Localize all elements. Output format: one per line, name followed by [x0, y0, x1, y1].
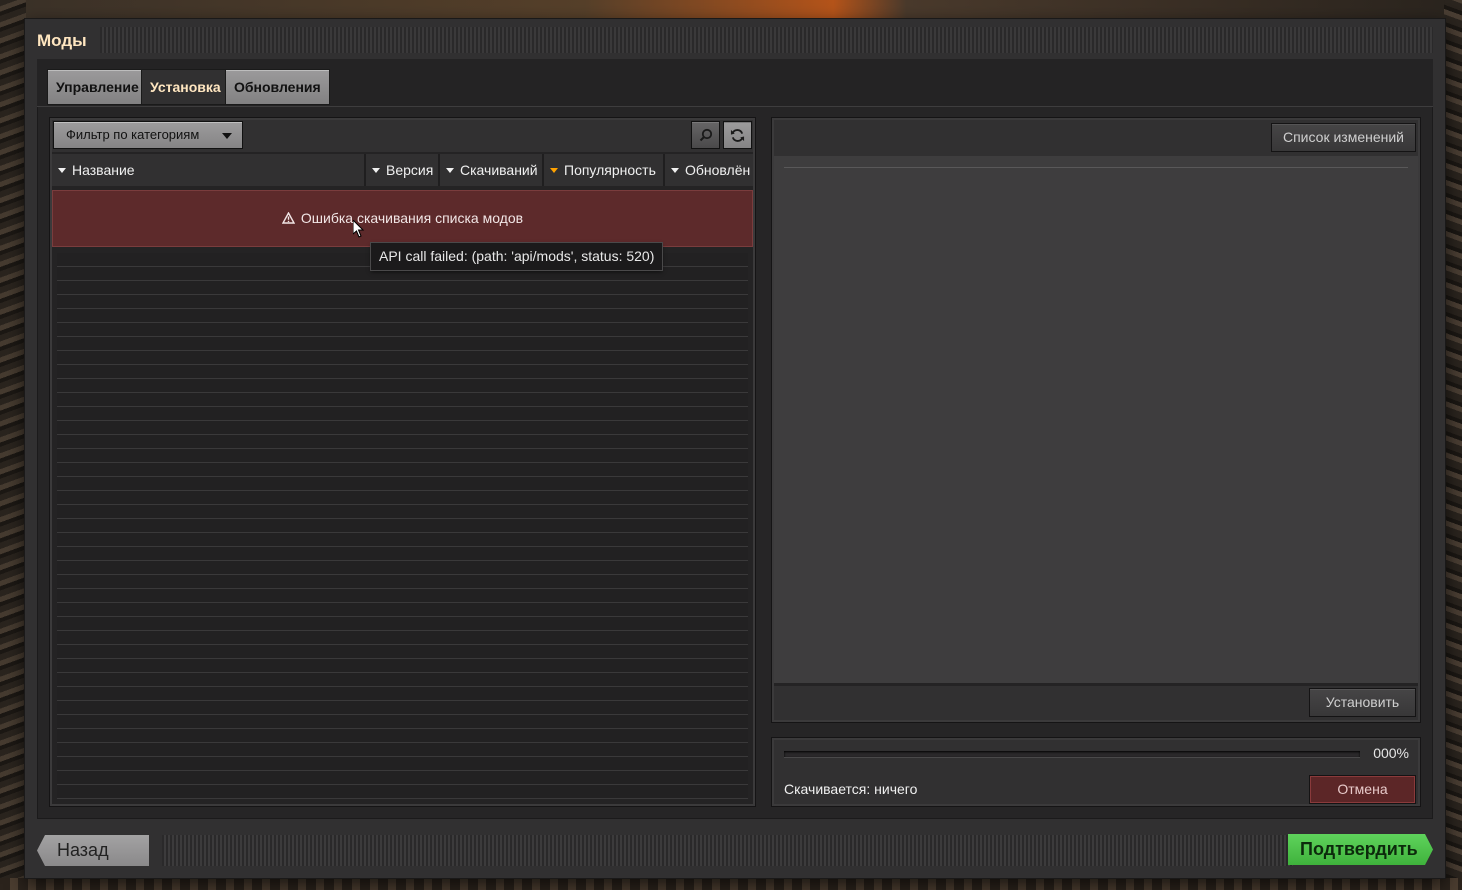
changelog-area: [774, 156, 1418, 683]
mod-list-panel: Фильтр по категориям Название Версия Ска…: [49, 117, 756, 807]
column-version[interactable]: Версия: [366, 154, 440, 186]
column-label: Популярность: [564, 162, 656, 178]
download-progress-bar: [784, 751, 1360, 757]
tab-install[interactable]: Установка: [142, 70, 229, 104]
column-name[interactable]: Название: [52, 154, 366, 186]
mouse-cursor-icon: [353, 220, 365, 238]
refresh-button[interactable]: [724, 122, 751, 148]
background-top: [0, 0, 1462, 20]
window-title: Моды: [37, 31, 87, 50]
confirm-button[interactable]: Подтвердить: [1288, 834, 1433, 865]
column-label: Версия: [386, 162, 434, 178]
window-footer: Назад Подтвердить: [37, 831, 1433, 869]
background-bottom: [0, 878, 1462, 890]
download-panel: 000% Скачивается: ничего Отмена: [771, 737, 1421, 807]
error-tooltip: API call failed: (path: 'api/mods', stat…: [371, 243, 663, 270]
tab-manage[interactable]: Управление: [48, 70, 147, 104]
filter-bar: Фильтр по категориям: [52, 120, 753, 152]
mod-list-error[interactable]: Ошибка скачивания списка модов: [52, 190, 753, 247]
column-label: Обновлён: [685, 162, 751, 178]
column-popularity[interactable]: Популярность: [544, 154, 665, 186]
details-footer: Установить: [774, 686, 1418, 720]
back-button[interactable]: Назад: [37, 835, 149, 866]
download-percent: 000%: [1373, 745, 1409, 761]
sort-arrow-icon: [58, 168, 66, 173]
changelog-button[interactable]: Список изменений: [1272, 124, 1415, 151]
tab-bar: Управление Установка Обновления: [37, 59, 1433, 107]
column-updated[interactable]: Обновлён: [665, 154, 753, 186]
error-message: Ошибка скачивания списка модов: [300, 210, 524, 226]
sort-arrow-icon: [671, 168, 679, 173]
details-toolbar: Список изменений: [774, 120, 1418, 156]
warning-icon: [281, 212, 295, 224]
mods-window: Моды Управление Установка Обновления Фил…: [25, 19, 1445, 878]
search-button[interactable]: [692, 122, 719, 148]
mod-details-panel: Список изменений Установить: [771, 117, 1421, 723]
sort-arrow-icon: [372, 168, 380, 173]
column-label: Скачиваний: [460, 162, 538, 178]
background-right: [1444, 0, 1462, 890]
search-icon: [699, 128, 712, 142]
refresh-icon: [730, 129, 745, 142]
column-label: Название: [72, 162, 135, 178]
mods-content: Управление Установка Обновления Фильтр п…: [37, 59, 1433, 819]
tab-updates[interactable]: Обновления: [226, 70, 329, 104]
download-status: Скачивается: ничего: [784, 781, 918, 797]
column-downloads[interactable]: Скачиваний: [440, 154, 544, 186]
cancel-button[interactable]: Отмена: [1310, 776, 1415, 803]
footer-drag-handle[interactable]: [162, 835, 1293, 866]
category-filter-label: Фильтр по категориям: [66, 127, 200, 142]
install-button[interactable]: Установить: [1310, 689, 1415, 716]
category-filter-dropdown[interactable]: Фильтр по категориям: [54, 122, 242, 148]
mod-list-rows: [57, 253, 748, 799]
chevron-down-icon: [222, 133, 232, 139]
sort-arrow-icon: [446, 168, 454, 173]
sort-arrow-icon: [550, 168, 558, 173]
divider: [784, 167, 1408, 168]
title-drag-handle[interactable]: [100, 27, 1433, 53]
background-left: [0, 0, 26, 890]
mod-list-header: Название Версия Скачиваний Популярность …: [52, 154, 753, 186]
